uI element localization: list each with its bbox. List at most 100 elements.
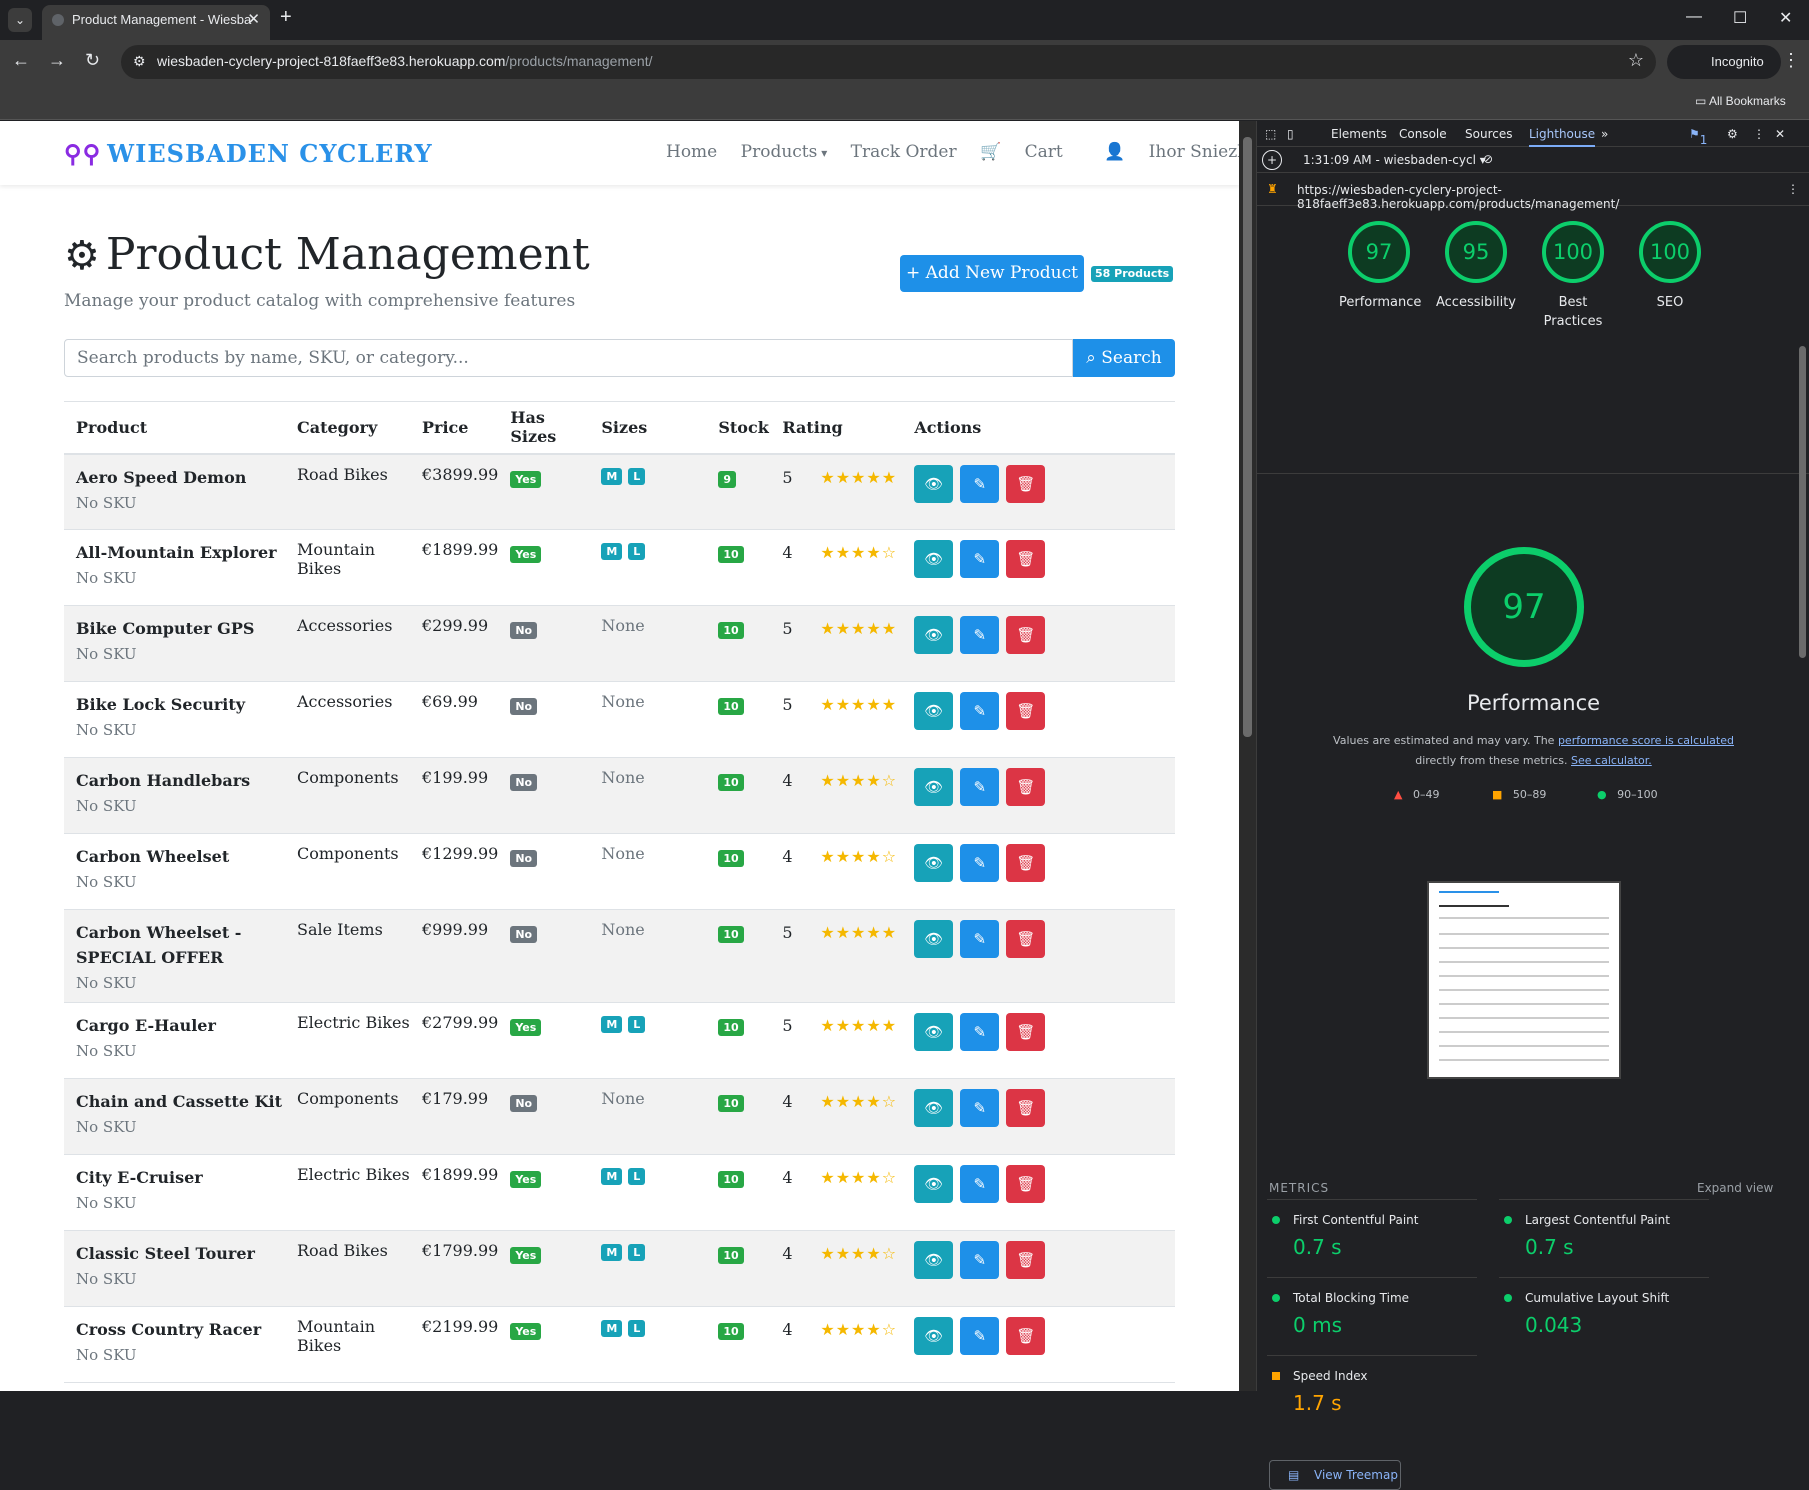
site-brand[interactable]: ⚲⚲ WIESBADEN CYCLERY [64, 139, 433, 168]
search-input[interactable]: Search products by name, SKU, or categor… [64, 339, 1073, 377]
view-button[interactable]: 👁 [914, 540, 954, 578]
page-screenshot-thumbnail[interactable] [1427, 881, 1621, 1079]
tab-search-button[interactable]: ⌄ [8, 8, 32, 32]
all-bookmarks[interactable]: ▭ All Bookmarks [1695, 94, 1786, 108]
trash-icon: 🗑 [1016, 1175, 1036, 1193]
score-calculated-link[interactable]: performance score is calculated [1558, 734, 1734, 747]
score-gauge-performance[interactable]: 97 Performance [1339, 221, 1421, 312]
view-button[interactable]: 👁 [914, 1013, 954, 1051]
device-toolbar-icon[interactable]: ▯ [1287, 127, 1294, 141]
edit-button[interactable]: ✎ [960, 616, 1000, 654]
view-button[interactable]: 👁 [914, 1089, 954, 1127]
expand-view-toggle[interactable]: Expand view [1697, 1181, 1773, 1195]
devtools-menu-icon[interactable]: ⋮ [1753, 127, 1765, 141]
delete-button[interactable]: 🗑 [1006, 1241, 1046, 1279]
delete-button[interactable]: 🗑 [1006, 540, 1046, 578]
add-new-product-label: Add New Product [925, 263, 1078, 283]
stock-badge: 10 [718, 622, 744, 639]
new-tab-button[interactable]: + [280, 6, 292, 29]
close-window-icon[interactable]: ✕ [1779, 8, 1792, 28]
new-report-icon[interactable]: + [1262, 150, 1282, 170]
score-gauge-best-practices[interactable]: 100 Best Practices [1533, 221, 1613, 331]
nav-home[interactable]: Home [666, 142, 717, 162]
more-tabs-icon[interactable]: » [1601, 127, 1608, 141]
edit-button[interactable]: ✎ [960, 540, 1000, 578]
tab-console[interactable]: Console [1399, 127, 1447, 141]
browser-menu-icon[interactable]: ⋮ [1782, 50, 1800, 71]
score-gauge-accessibility[interactable]: 95 Accessibility [1436, 221, 1516, 312]
view-button[interactable]: 👁 [914, 1317, 954, 1355]
view-button[interactable]: 👁 [914, 616, 954, 654]
page-scrollbar-thumb[interactable] [1243, 137, 1252, 737]
edit-button[interactable]: ✎ [960, 1089, 1000, 1127]
view-button[interactable]: 👁 [914, 692, 954, 730]
address-bar[interactable]: ⚙ wiesbaden-cyclery-project-818faeff3e83… [121, 45, 1656, 79]
edit-button[interactable]: ✎ [960, 844, 1000, 882]
product-name: City E-Cruiser [76, 1168, 203, 1187]
nav-user[interactable]: 👤 Ihor Sniezhko [1104, 142, 1239, 162]
bookmark-star-icon[interactable]: ☆ [1628, 50, 1644, 71]
tab-close-icon[interactable]: ✕ [247, 5, 260, 35]
delete-button[interactable]: 🗑 [1006, 1165, 1046, 1203]
score-gauge-seo[interactable]: 100 SEO [1630, 221, 1710, 312]
add-new-product-button[interactable]: + Add New Product [900, 255, 1084, 292]
edit-button[interactable]: ✎ [960, 920, 1000, 958]
devtools-close-icon[interactable]: ✕ [1775, 127, 1785, 141]
nav-track-order[interactable]: Track Order [851, 142, 957, 162]
devtools-scrollbar-thumb[interactable] [1799, 346, 1806, 658]
tab-elements[interactable]: Elements [1331, 127, 1387, 141]
issues-badge[interactable]: ⚑ 1 [1689, 127, 1707, 147]
delete-button[interactable]: 🗑 [1006, 464, 1046, 503]
inspect-icon[interactable]: ⬚ [1265, 127, 1276, 141]
view-button[interactable]: 👁 [914, 464, 954, 503]
nav-products[interactable]: Products [741, 142, 828, 162]
devtools-scrollbar[interactable] [1795, 326, 1809, 1391]
delete-button[interactable]: 🗑 [1006, 616, 1046, 654]
devtools-settings-icon[interactable]: ⚙ [1727, 127, 1738, 141]
forward-icon[interactable]: → [48, 50, 66, 71]
trash-icon: 🗑 [1016, 474, 1036, 493]
site-info-icon[interactable]: ⚙ [133, 53, 146, 70]
eye-icon: 👁 [924, 474, 944, 493]
tab-lighthouse[interactable]: Lighthouse [1529, 127, 1596, 147]
back-icon[interactable]: ← [12, 50, 30, 71]
browser-tab[interactable]: Product Management - Wiesba ✕ [42, 5, 270, 40]
edit-button[interactable]: ✎ [960, 1317, 1000, 1355]
edit-button[interactable]: ✎ [960, 464, 1000, 503]
clear-icon[interactable]: ⊘ [1483, 152, 1493, 166]
edit-button[interactable]: ✎ [960, 1013, 1000, 1051]
report-selector[interactable]: 1:31:09 AM - wiesbaden-cycl ▾ [1303, 153, 1486, 167]
cell-sizes: ML [589, 1306, 707, 1383]
view-button[interactable]: 👁 [914, 768, 954, 806]
search-button[interactable]: ⌕ Search [1073, 339, 1175, 377]
maximize-icon[interactable]: ☐ [1733, 8, 1747, 28]
edit-button[interactable]: ✎ [960, 1165, 1000, 1203]
delete-button[interactable]: 🗑 [1006, 1317, 1046, 1355]
report-url[interactable]: https://wiesbaden-cyclery-project-818fae… [1297, 183, 1809, 211]
view-button[interactable]: 👁 [914, 920, 954, 958]
incognito-indicator[interactable]: Incognito [1667, 45, 1781, 79]
delete-button[interactable]: 🗑 [1006, 768, 1046, 806]
report-menu-icon[interactable]: ⋮ [1787, 182, 1799, 196]
edit-button[interactable]: ✎ [960, 1241, 1000, 1279]
view-button[interactable]: 👁 [914, 844, 954, 882]
reload-icon[interactable]: ↻ [85, 50, 100, 71]
delete-button[interactable]: 🗑 [1006, 1013, 1046, 1051]
score-ring: 100 [1639, 221, 1701, 283]
delete-button[interactable]: 🗑 [1006, 692, 1046, 730]
tab-sources[interactable]: Sources [1465, 127, 1512, 141]
edit-button[interactable]: ✎ [960, 692, 1000, 730]
nav-cart[interactable]: 🛒 Cart [980, 142, 1081, 162]
view-treemap-button[interactable]: ▤ View Treemap [1269, 1460, 1401, 1490]
delete-button[interactable]: 🗑 [1006, 1089, 1046, 1127]
cell-has-sizes: Yes [498, 529, 590, 606]
delete-button[interactable]: 🗑 [1006, 920, 1046, 958]
page-scrollbar[interactable] [1239, 121, 1256, 1391]
see-calculator-link[interactable]: See calculator. [1571, 754, 1652, 767]
view-button[interactable]: 👁 [914, 1241, 954, 1279]
delete-button[interactable]: 🗑 [1006, 844, 1046, 882]
minimize-icon[interactable]: — [1686, 8, 1702, 26]
metric-status-icon [1504, 1216, 1512, 1224]
edit-button[interactable]: ✎ [960, 768, 1000, 806]
view-button[interactable]: 👁 [914, 1165, 954, 1203]
